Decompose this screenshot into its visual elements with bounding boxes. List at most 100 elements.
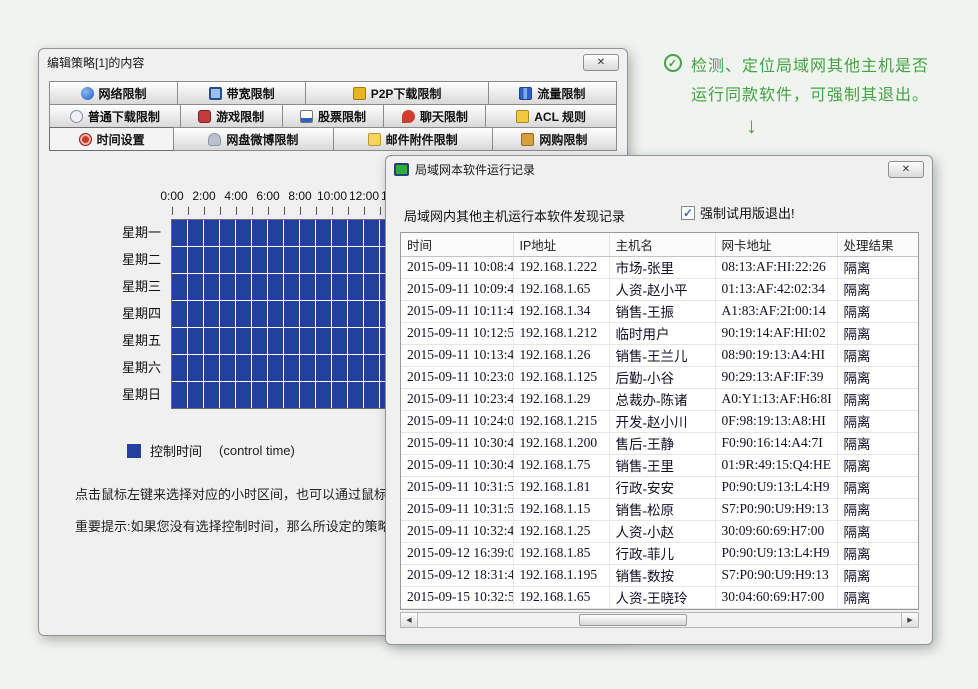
time-cell[interactable] xyxy=(236,328,251,354)
time-cell[interactable] xyxy=(332,301,347,327)
table-row[interactable]: 2015-09-12 16:39:06 192.168.1.85 行政-菲儿 P0:9… xyxy=(401,542,918,565)
time-cell[interactable] xyxy=(268,247,283,273)
table-row[interactable]: 2015-09-11 10:31:59 192.168.1.15 销售-松原 S7:P… xyxy=(401,498,918,521)
scroll-right-button[interactable]: ▶ xyxy=(901,613,918,627)
records-close-button[interactable]: ✕ xyxy=(888,160,924,178)
time-cell[interactable] xyxy=(268,220,283,246)
time-cell[interactable] xyxy=(300,382,315,408)
table-row[interactable]: 2015-09-11 10:30:45 192.168.1.200 售后-王静 F0:… xyxy=(401,432,918,455)
horizontal-scrollbar[interactable]: ◀ ▶ xyxy=(400,612,919,628)
time-cell[interactable] xyxy=(268,382,283,408)
tab-流量限制[interactable]: 流量限制 xyxy=(487,81,617,105)
time-cell[interactable] xyxy=(188,247,203,273)
time-cell[interactable] xyxy=(364,382,379,408)
table-row[interactable]: 2015-09-11 10:23:47 192.168.1.29 总裁办-陈诸 A0:… xyxy=(401,388,918,411)
column-header[interactable]: IP地址 xyxy=(513,233,610,257)
time-cell[interactable] xyxy=(172,220,187,246)
time-cell[interactable] xyxy=(364,220,379,246)
table-row[interactable]: 2015-09-12 18:31:49 192.168.1.195 销售-数按 S7:… xyxy=(401,564,918,587)
tab-带宽限制[interactable]: 带宽限制 xyxy=(177,81,307,105)
time-cell[interactable] xyxy=(220,274,235,300)
time-cell[interactable] xyxy=(236,355,251,381)
scroll-left-button[interactable]: ◀ xyxy=(401,613,418,627)
checkbox-icon[interactable]: ✓ xyxy=(681,205,695,220)
time-cell[interactable] xyxy=(316,382,331,408)
column-header[interactable]: 主机名 xyxy=(609,233,716,257)
table-row[interactable]: 2015-09-11 10:11:43 192.168.1.34 销售-王振 A1:8… xyxy=(401,300,918,323)
time-cell[interactable] xyxy=(188,328,203,354)
time-cell[interactable] xyxy=(316,328,331,354)
tab-聊天限制[interactable]: 聊天限制 xyxy=(383,104,487,128)
time-cell[interactable] xyxy=(252,328,267,354)
time-cell[interactable] xyxy=(300,355,315,381)
time-cell[interactable] xyxy=(220,301,235,327)
time-cell[interactable] xyxy=(236,301,251,327)
time-cell[interactable] xyxy=(284,274,299,300)
tab-普通下载限制[interactable]: 普通下载限制 xyxy=(49,104,181,128)
time-cell[interactable] xyxy=(220,382,235,408)
time-cell[interactable] xyxy=(220,328,235,354)
time-cell[interactable] xyxy=(188,220,203,246)
time-cell[interactable] xyxy=(252,301,267,327)
table-row[interactable]: 2015-09-11 10:13:40 192.168.1.26 销售-王兰儿 08:… xyxy=(401,344,918,367)
time-cell[interactable] xyxy=(316,301,331,327)
time-cell[interactable] xyxy=(332,382,347,408)
time-cell[interactable] xyxy=(204,220,219,246)
time-cell[interactable] xyxy=(332,220,347,246)
time-cell[interactable] xyxy=(188,355,203,381)
table-row[interactable]: 2015-09-11 10:24:08 192.168.1.215 开发-赵小川 0F… xyxy=(401,410,918,433)
time-cell[interactable] xyxy=(204,382,219,408)
time-cell[interactable] xyxy=(284,355,299,381)
tab-网购限制[interactable]: 网购限制 xyxy=(491,127,617,151)
time-cell[interactable] xyxy=(316,274,331,300)
time-cell[interactable] xyxy=(300,301,315,327)
time-cell[interactable] xyxy=(364,328,379,354)
time-cell[interactable] xyxy=(316,355,331,381)
time-cell[interactable] xyxy=(348,274,363,300)
force-exit-checkbox[interactable]: ✓ 强制试用版退出! xyxy=(681,203,795,222)
column-header[interactable]: 时间 xyxy=(401,233,514,257)
policy-titlebar[interactable]: 编辑策略[1]的内容 ✕ xyxy=(39,49,627,75)
time-cell[interactable] xyxy=(268,274,283,300)
scrollbar-thumb[interactable] xyxy=(579,614,687,626)
time-cell[interactable] xyxy=(268,301,283,327)
time-cell[interactable] xyxy=(204,355,219,381)
time-cell[interactable] xyxy=(348,220,363,246)
time-cell[interactable] xyxy=(348,328,363,354)
time-cell[interactable] xyxy=(284,301,299,327)
time-cell[interactable] xyxy=(268,355,283,381)
time-cell[interactable] xyxy=(284,247,299,273)
tab-时间设置[interactable]: 时间设置 xyxy=(49,127,175,151)
time-cell[interactable] xyxy=(236,247,251,273)
time-cell[interactable] xyxy=(284,220,299,246)
time-cell[interactable] xyxy=(252,382,267,408)
time-cell[interactable] xyxy=(220,220,235,246)
time-cell[interactable] xyxy=(204,301,219,327)
table-row[interactable]: 2015-09-11 10:09:48 192.168.1.65 人资-赵小平 01:… xyxy=(401,278,918,301)
records-titlebar[interactable]: 局域网本软件运行记录 ✕ xyxy=(386,156,932,182)
time-cell[interactable] xyxy=(316,220,331,246)
time-cell[interactable] xyxy=(284,328,299,354)
time-cell[interactable] xyxy=(172,355,187,381)
table-row[interactable]: 2015-09-11 10:32:40 192.168.1.25 人资-小赵 30:0… xyxy=(401,520,918,543)
time-cell[interactable] xyxy=(348,355,363,381)
time-cell[interactable] xyxy=(348,247,363,273)
time-cell[interactable] xyxy=(172,274,187,300)
table-row[interactable]: 2015-09-11 10:31:55 192.168.1.81 行政-安安 P0:9… xyxy=(401,476,918,499)
time-cell[interactable] xyxy=(204,274,219,300)
time-cell[interactable] xyxy=(332,247,347,273)
time-cell[interactable] xyxy=(188,382,203,408)
column-header[interactable]: 处理结果 xyxy=(837,233,918,257)
table-row[interactable]: 2015-09-11 10:08:45 192.168.1.222 市场-张里 08:… xyxy=(401,256,918,279)
time-cell[interactable] xyxy=(364,247,379,273)
time-cell[interactable] xyxy=(316,247,331,273)
time-cell[interactable] xyxy=(300,328,315,354)
tab-ACL 规则[interactable]: ACL 规则 xyxy=(485,104,617,128)
time-cell[interactable] xyxy=(364,301,379,327)
time-cell[interactable] xyxy=(172,382,187,408)
time-cell[interactable] xyxy=(348,382,363,408)
time-cell[interactable] xyxy=(236,220,251,246)
time-cell[interactable] xyxy=(236,274,251,300)
time-cell[interactable] xyxy=(364,274,379,300)
column-header[interactable]: 网卡地址 xyxy=(715,233,838,257)
